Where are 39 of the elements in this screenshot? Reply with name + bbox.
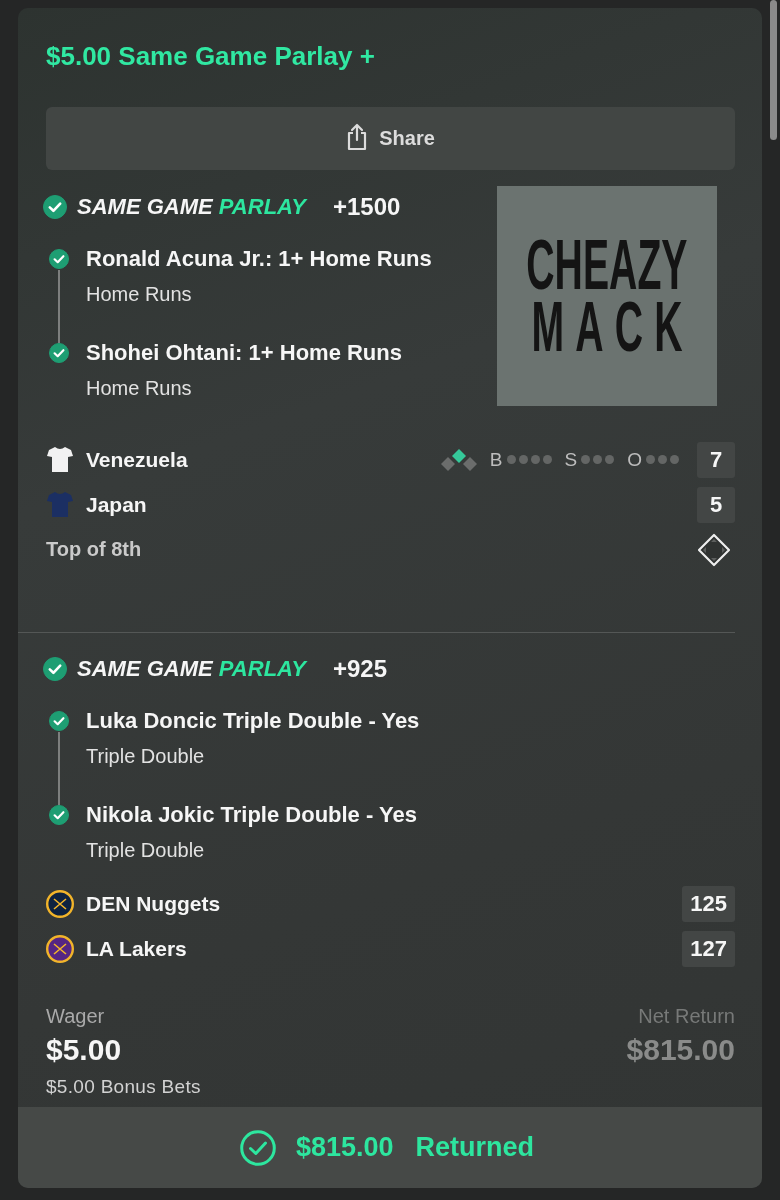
leg-title: Ronald Acuna Jr.: 1+ Home Runs xyxy=(86,245,433,273)
team-name: LA Lakers xyxy=(86,936,187,961)
returned-amount: $815.00 xyxy=(295,1132,394,1163)
count-label: S xyxy=(564,448,578,471)
count-label: B xyxy=(489,448,503,471)
logo-text: CHEAZY xyxy=(526,234,688,296)
team-score: 7 xyxy=(697,441,735,478)
team-score: 125 xyxy=(682,885,735,922)
net-return-label: Net Return xyxy=(638,1004,735,1028)
check-circle-icon xyxy=(239,1129,276,1166)
share-button[interactable]: Share xyxy=(46,107,735,170)
team-score: 127 xyxy=(682,930,735,967)
net-return-amount: $815.00 xyxy=(626,1032,735,1068)
returned-label: Returned xyxy=(415,1132,535,1163)
leg-market: Home Runs xyxy=(86,282,193,306)
team-name: Venezuela xyxy=(86,447,188,472)
parlay-odds: +1500 xyxy=(333,193,401,221)
leg-market: Home Runs xyxy=(86,376,193,400)
inning-status: Top of 8th xyxy=(46,538,142,561)
bet-title: $5.00 Same Game Parlay + xyxy=(46,40,376,72)
leg-title: Nikola Jokic Triple Double - Yes xyxy=(86,801,418,829)
leg-market: Triple Double xyxy=(86,744,206,768)
team-name: DEN Nuggets xyxy=(86,891,221,916)
leg-title: Shohei Ohtani: 1+ Home Runs xyxy=(86,339,403,367)
parlay-type-label: SAME GAME PARLAY xyxy=(77,194,306,220)
leg-title: Luka Doncic Triple Double - Yes xyxy=(86,707,421,735)
team-name: Japan xyxy=(86,492,147,517)
scrollbar-thumb[interactable] xyxy=(770,0,777,140)
bonus-bets-note: $5.00 Bonus Bets xyxy=(46,1076,201,1098)
wager-label: Wager xyxy=(46,1004,105,1028)
logo-text: MACK xyxy=(531,296,694,358)
team-score: 5 xyxy=(697,486,735,523)
share-icon xyxy=(346,123,369,151)
count-label: O xyxy=(627,448,642,471)
wager-amount: $5.00 xyxy=(46,1032,122,1068)
leg-market: Triple Double xyxy=(86,838,206,862)
diamond-icon xyxy=(697,532,731,567)
parlay-type-label: SAME GAME PARLAY xyxy=(77,656,306,682)
parlay-odds: +925 xyxy=(333,655,388,683)
